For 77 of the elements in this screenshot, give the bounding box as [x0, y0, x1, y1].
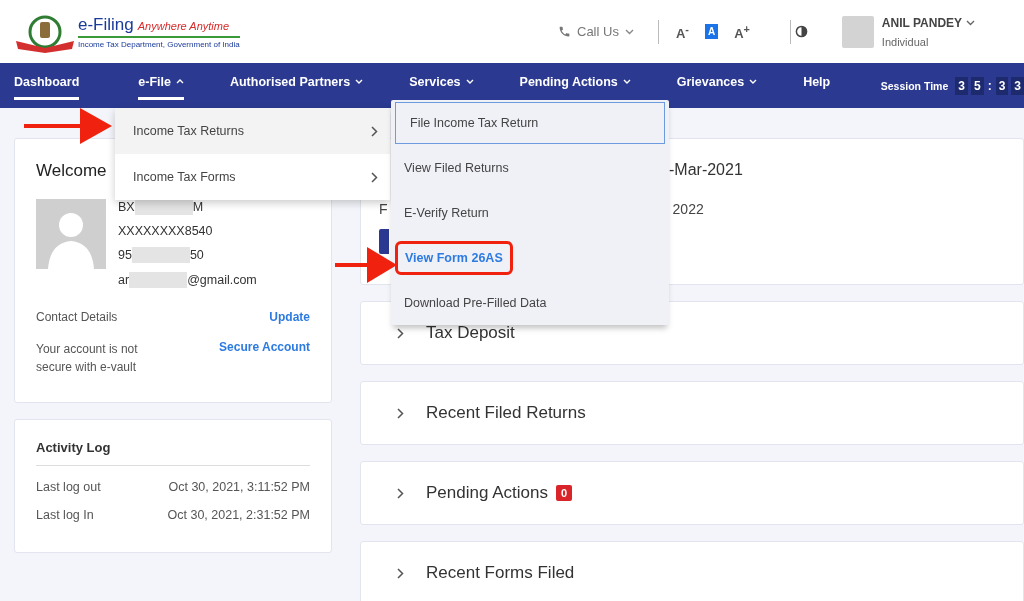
timer-digit: 5: [970, 76, 984, 95]
timer-digit: :: [986, 77, 993, 95]
chevron-right-icon: [397, 567, 404, 579]
section-title: Recent Forms Filed: [426, 563, 575, 583]
timer-digit: 3: [955, 76, 968, 95]
user-name[interactable]: ANIL PANDEY: [881, 15, 963, 30]
caret-icon[interactable]: [966, 19, 976, 26]
user-role: Individual: [881, 35, 930, 48]
contact-label: Contact Details: [36, 310, 118, 324]
menu-item[interactable]: Income Tax Returns: [115, 108, 390, 154]
section-card[interactable]: Pending Actions 0: [360, 461, 1024, 525]
security-message: Your account is not secure with e-vault: [36, 341, 139, 376]
count-badge: 0: [555, 485, 573, 501]
timer-digit: 3: [995, 76, 1009, 95]
contrast-icon[interactable]: [794, 25, 808, 38]
section-title: Tax Deposit: [426, 323, 515, 343]
section-card[interactable]: Recent Forms Filed: [360, 541, 1024, 601]
menu-item[interactable]: View Form 26AS: [395, 240, 513, 275]
section-card[interactable]: Recent Filed Returns: [360, 381, 1024, 445]
activity-label: Last log In: [36, 508, 94, 522]
nav-tab[interactable]: e-File: [138, 63, 184, 100]
caret-icon: [749, 79, 758, 84]
activity-time: Oct 30, 2021, 3:11:52 PM: [168, 480, 310, 494]
session-label: Session Time: [880, 79, 949, 92]
activity-title: Activity Log: [36, 440, 310, 466]
caret-icon: [622, 79, 631, 84]
timer-digit: 3: [1011, 76, 1024, 95]
summary-text: F: [379, 201, 388, 217]
nav-tab[interactable]: Dashboard: [14, 63, 80, 100]
section-title: Pending Actions: [426, 483, 548, 503]
chevron-right-icon: [397, 407, 404, 419]
font-size-button[interactable]: A$^{+}$: [731, 21, 753, 42]
menu-item[interactable]: File Income Tax Return: [395, 101, 665, 144]
caret-icon: [465, 79, 474, 84]
avatar: [841, 15, 874, 48]
menu-item[interactable]: View Filed Returns: [395, 151, 518, 184]
summary-title: -Mar-2021: [669, 161, 743, 179]
profile-detail: 95: [118, 248, 132, 262]
chevron-right-icon: [397, 487, 404, 499]
caret-icon: [624, 28, 634, 35]
chevron-right-icon: [371, 125, 378, 137]
nav-tab[interactable]: Authorised Partners: [229, 63, 364, 100]
profile-detail: BX: [118, 200, 135, 214]
nav-tab[interactable]: Help: [803, 63, 831, 100]
update-link[interactable]: Update: [269, 310, 310, 324]
call-us-button[interactable]: Call Us: [558, 24, 634, 39]
caret-icon: [175, 79, 184, 84]
phone-icon: [558, 25, 571, 38]
nav-tab[interactable]: Grievances: [676, 63, 758, 100]
font-size-button[interactable]: A$^{-}$: [672, 21, 692, 42]
site-subtitle: Income Tax Department, Government of India: [78, 39, 240, 49]
menu-item[interactable]: Income Tax Forms: [115, 154, 390, 200]
summary-date: 2022: [672, 201, 704, 217]
caret-icon: [355, 79, 364, 84]
nav-tab[interactable]: Services: [409, 63, 474, 100]
nav-tab[interactable]: Pending Actions: [519, 63, 631, 100]
chevron-right-icon: [397, 327, 404, 339]
activity-time: Oct 30, 2021, 2:31:52 PM: [167, 508, 310, 522]
secure-account-link[interactable]: Secure Account: [219, 340, 310, 354]
menu-item[interactable]: E-Verify Return: [395, 196, 498, 229]
font-size-button[interactable]: A: [704, 24, 719, 39]
profile-detail: ar: [118, 273, 130, 287]
arrow: [335, 247, 397, 283]
activity-label: Last log out: [36, 480, 101, 494]
profile-detail: @gmail.com: [187, 273, 257, 287]
site-tagline: Anywhere Anytime: [137, 19, 230, 32]
profile-detail: XXXXXXXX8540: [118, 224, 213, 238]
redaction-bar: [131, 247, 190, 263]
site-title: e-Filing: [78, 14, 134, 35]
welcome-title: Welcome: [36, 161, 107, 181]
section-title: Recent Filed Returns: [426, 403, 586, 423]
avatar-silhouette: [36, 199, 106, 269]
chevron-right-icon: [371, 171, 378, 183]
profile-detail: M: [192, 200, 204, 214]
profile-detail: 50: [189, 248, 204, 262]
redaction-bar: [129, 272, 188, 288]
emblem-drawing: [14, 14, 76, 53]
